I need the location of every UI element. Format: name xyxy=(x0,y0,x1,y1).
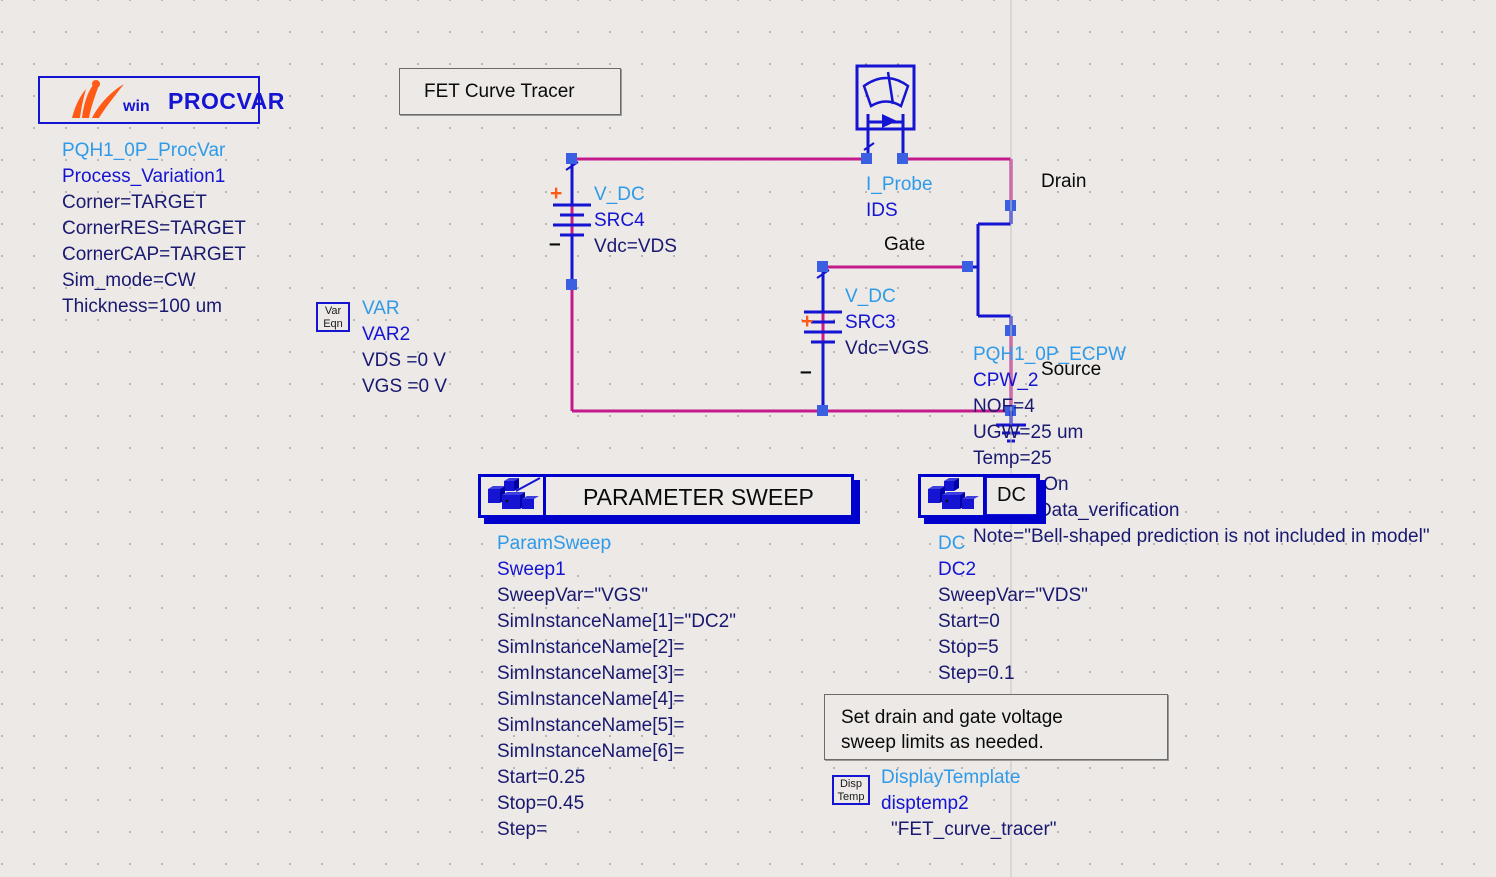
var-eqn-parameter-list[interactable]: VAR VAR2 VDS =0 V VGS =0 V xyxy=(362,296,447,400)
src4-symbol xyxy=(553,161,591,285)
fet-line: NOF=4 xyxy=(973,396,1035,417)
title-note-text: FET Curve Tracer xyxy=(424,81,575,102)
src3-parameter-list[interactable]: V_DC SRC3 Vdc=VGS xyxy=(845,284,929,362)
title-note-box[interactable]: FET Curve Tracer xyxy=(399,68,621,115)
fet-symbol xyxy=(968,205,1013,330)
src3-line: SRC3 xyxy=(845,312,896,333)
display-template-icon-line2: Temp xyxy=(837,791,865,803)
ps-line: ParamSweep xyxy=(497,533,612,554)
schematic-canvas[interactable]: win PROCVAR PQH1_0P_ProcVar Process_Vari… xyxy=(0,0,1496,877)
dc-line: DC2 xyxy=(938,559,977,580)
pin xyxy=(962,261,973,272)
dc-line: Start=0 xyxy=(938,611,1000,632)
procvar-line: CornerCAP=TARGET xyxy=(62,244,246,265)
pin xyxy=(861,153,872,164)
pin xyxy=(817,261,828,272)
iprobe-line: IDS xyxy=(866,200,898,221)
procvar-parameter-list[interactable]: PQH1_0P_ProcVar Process_Variation1 Corne… xyxy=(62,138,246,320)
procvar-line: Thickness=100 um xyxy=(62,296,222,317)
parameter-sweep-banner-label: PARAMETER SWEEP xyxy=(583,484,814,510)
ps-line: SweepVar="VGS" xyxy=(497,585,648,606)
ps-line: SimInstanceName[3]= xyxy=(497,663,685,684)
ps-line: SimInstanceName[1]="DC2" xyxy=(497,611,736,632)
ps-line: SimInstanceName[2]= xyxy=(497,637,685,658)
var-eqn-icon[interactable]: Var Eqn xyxy=(316,302,350,332)
parameter-sweep-icon xyxy=(488,477,541,509)
dc-banner-label: DC xyxy=(997,484,1026,506)
parameter-sweep-parameter-list[interactable]: ParamSweep Sweep1 SweepVar="VGS" SimInst… xyxy=(497,531,736,843)
procvar-logo-box[interactable]: win PROCVAR xyxy=(38,76,284,124)
dc-line: Stop=5 xyxy=(938,637,999,658)
src3-line: Vdc=VGS xyxy=(845,338,929,359)
procvar-line: PQH1_0P_ProcVar xyxy=(62,140,226,161)
display-template-icon-line1: Disp xyxy=(839,778,862,790)
node-label-gate: Gate xyxy=(884,234,926,255)
var-eqn-icon-line2: Eqn xyxy=(323,318,343,330)
ps-line: Stop=0.45 xyxy=(497,793,585,814)
ps-line: Start=0.25 xyxy=(497,767,586,788)
src4-parameter-list[interactable]: V_DC SRC4 Vdc=VDS xyxy=(594,182,677,260)
dt-line: "FET_curve_tracer" xyxy=(891,819,1057,840)
var-line: VAR xyxy=(362,298,400,319)
procvar-title: PROCVAR xyxy=(168,88,285,114)
ps-line: SimInstanceName[6]= xyxy=(497,741,685,762)
fet-line: PQH1_0P_ECPW xyxy=(973,344,1127,365)
current-probe-symbol xyxy=(855,64,916,159)
dc-line: DC xyxy=(938,533,966,554)
src4-plus-sign: + xyxy=(550,182,563,205)
fet-line: CPW_2 xyxy=(973,370,1039,391)
ps-line: SimInstanceName[4]= xyxy=(497,689,685,710)
dt-line: disptemp2 xyxy=(881,793,969,814)
procvar-line: Sim_mode=CW xyxy=(62,270,196,291)
procvar-line: Corner=TARGET xyxy=(62,192,207,213)
hint-note-text: Set drain and gate voltage sweep limits … xyxy=(841,707,1063,753)
src3-minus-sign: – xyxy=(800,360,812,383)
dc-line: SweepVar="VDS" xyxy=(938,585,1088,606)
ivwin-logo-win-text: win xyxy=(123,98,150,115)
display-template-icon[interactable]: Disp Temp xyxy=(832,775,870,805)
dc-banner-label-box: DC xyxy=(986,477,1037,515)
dc-simulation-icon xyxy=(928,478,979,509)
node-label-drain: Drain xyxy=(1041,171,1087,192)
parameter-sweep-controller[interactable]: PARAMETER SWEEP xyxy=(478,474,860,524)
var-eqn-icon-line1: Var xyxy=(324,305,342,317)
pin xyxy=(566,153,577,164)
ps-line: Step= xyxy=(497,819,548,840)
procvar-line: CornerRES=TARGET xyxy=(62,218,246,239)
fet-line: Temp=25 xyxy=(973,448,1052,469)
src4-line: SRC4 xyxy=(594,210,645,231)
dc-simulation-controller[interactable]: DC xyxy=(918,474,1046,524)
ps-line: SimInstanceName[5]= xyxy=(497,715,685,736)
pin xyxy=(566,279,577,290)
iprobe-line: I_Probe xyxy=(866,174,933,195)
fet-line: UGW=25 um xyxy=(973,422,1084,443)
banner-icon-cell xyxy=(918,474,986,518)
dt-line: DisplayTemplate xyxy=(881,767,1021,788)
display-template-parameter-list[interactable]: DisplayTemplate disptemp2 "FET_curve_tra… xyxy=(881,765,1057,843)
ps-line: Sweep1 xyxy=(497,559,566,580)
src4-line: V_DC xyxy=(594,184,645,205)
src4-minus-sign: – xyxy=(549,232,561,255)
pin xyxy=(897,153,908,164)
dc-line: Step=0.1 xyxy=(938,663,1015,684)
iprobe-parameter-list[interactable]: I_Probe IDS xyxy=(866,172,933,224)
src3-line: V_DC xyxy=(845,286,896,307)
procvar-line: Process_Variation1 xyxy=(62,166,226,187)
src3-symbol xyxy=(804,269,842,411)
hint-note-box[interactable]: Set drain and gate voltage sweep limits … xyxy=(824,694,1168,760)
src3-plus-sign: + xyxy=(801,310,814,333)
src4-line: Vdc=VDS xyxy=(594,236,677,257)
dc-simulation-parameter-list[interactable]: DC DC2 SweepVar="VDS" Start=0 Stop=5 Ste… xyxy=(938,531,1088,687)
var-line: VAR2 xyxy=(362,324,411,345)
var-line: VDS =0 V xyxy=(362,350,446,371)
pin xyxy=(817,405,828,416)
var-line: VGS =0 V xyxy=(362,376,448,397)
banner-icon-cell xyxy=(478,474,546,518)
